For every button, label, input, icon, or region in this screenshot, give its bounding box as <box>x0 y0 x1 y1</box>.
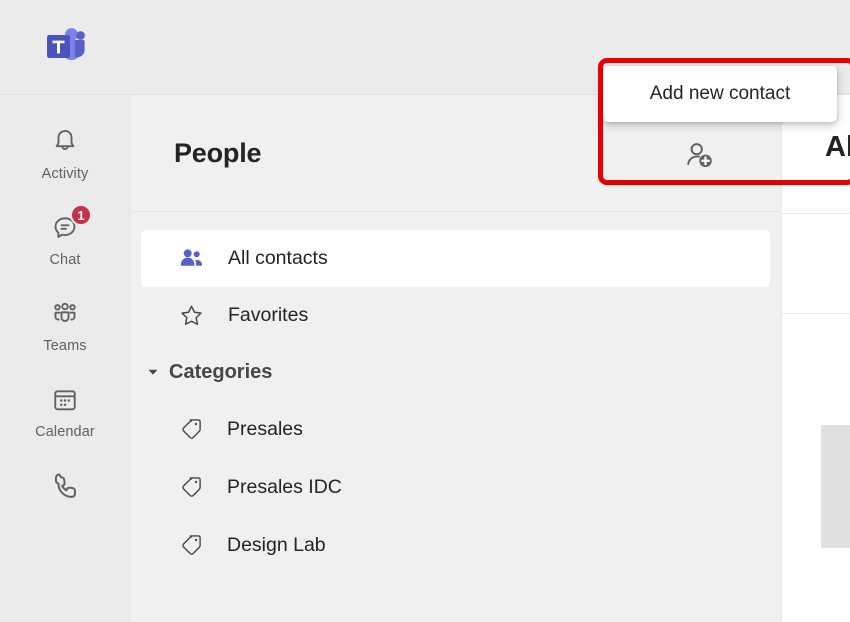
chat-bubble-icon: 1 <box>48 204 92 245</box>
phone-calls-icon <box>48 469 82 503</box>
category-item-design-lab[interactable]: Design Lab <box>131 516 780 574</box>
tag-icon <box>176 414 206 444</box>
add-contact-icon <box>682 139 716 178</box>
add-new-contact-button[interactable] <box>678 138 720 178</box>
content-divider <box>782 213 850 214</box>
content-divider <box>782 313 850 314</box>
chevron-down-icon <box>145 364 161 380</box>
list-item-favorites[interactable]: Favorites <box>141 287 770 344</box>
star-outline-icon <box>176 301 206 331</box>
contact-card-placeholder <box>821 425 850 548</box>
sidebar-item-label: Activity <box>41 166 89 182</box>
category-item-presales-idc[interactable]: Presales IDC <box>131 458 780 516</box>
app-rail: Activity 1 Chat Teams Calendar <box>0 95 130 622</box>
sidebar-item-label: Teams <box>43 338 87 354</box>
sidebar-item-chat[interactable]: 1 Chat <box>0 197 130 283</box>
sidebar-item-label: Chat <box>49 252 81 268</box>
categories-group-header[interactable]: Categories <box>131 344 780 400</box>
sidebar-item-activity[interactable]: Activity <box>0 111 130 197</box>
list-item-all-contacts[interactable]: All contacts <box>141 230 770 287</box>
tooltip-label: Add new contact <box>649 83 791 104</box>
categories-group-label: Categories <box>169 360 273 383</box>
sidebar-item-teams[interactable]: Teams <box>0 283 130 369</box>
page-title: People <box>174 138 262 168</box>
sidebar-item-calendar[interactable]: Calendar <box>0 369 130 455</box>
people-filled-icon <box>176 244 206 274</box>
category-item-label: Design Lab <box>227 533 326 556</box>
category-item-presales[interactable]: Presales <box>131 400 780 458</box>
sidebar-item-calls[interactable] <box>0 455 130 541</box>
people-list-body: All contacts Favorites Categories Presal… <box>131 212 780 574</box>
bell-icon <box>48 125 82 159</box>
teams-people-icon <box>48 297 82 331</box>
people-list-pane: People All contacts Favorites Categories… <box>131 95 780 622</box>
sidebar-item-label: Calendar <box>35 424 95 440</box>
list-item-label: Favorites <box>228 304 309 326</box>
teams-app-window: Activity 1 Chat Teams Calendar A People … <box>0 0 850 622</box>
category-item-label: Presales IDC <box>227 475 342 498</box>
category-item-label: Presales <box>227 417 303 440</box>
teams-logo-icon <box>42 26 86 66</box>
content-pane-title: All contacts <box>825 131 850 163</box>
contacts-content-pane: All contacts <box>781 95 850 622</box>
list-item-label: All contacts <box>228 247 328 269</box>
tag-icon <box>176 472 206 502</box>
chat-unread-badge: 1 <box>70 204 92 226</box>
tag-icon <box>176 530 206 560</box>
add-new-contact-tooltip: Add new contact <box>603 66 837 122</box>
calendar-icon <box>48 383 82 417</box>
